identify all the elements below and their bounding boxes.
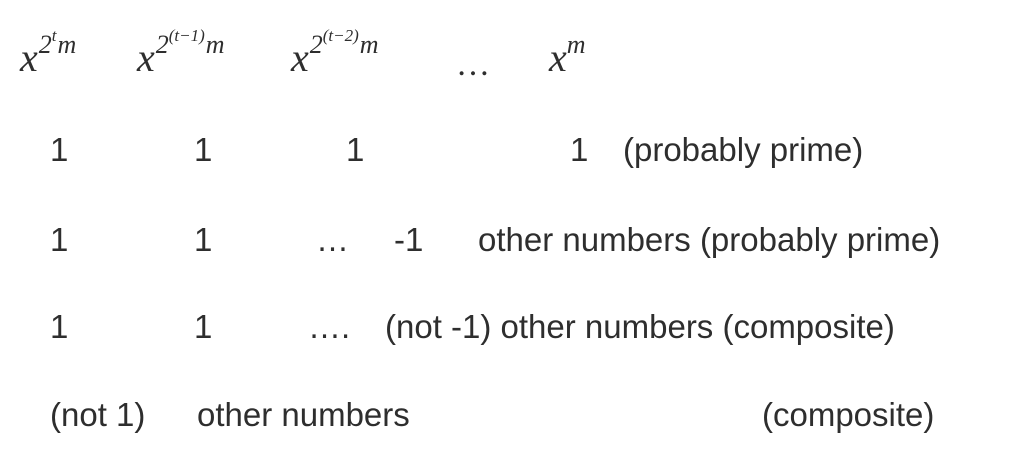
row4-result: (composite) — [762, 396, 935, 433]
row3-col4: (not -1) other numbers (composite) — [385, 308, 895, 345]
row1-col4: 1 — [570, 131, 589, 168]
row1-result: (probably prime) — [623, 131, 864, 168]
header-x-2t1-m-exp: 2 — [155, 30, 169, 59]
row3-col2: 1 — [194, 308, 213, 345]
header-x-2t-m-exp-sup: t — [51, 26, 57, 45]
header-x-2t2-m-exp-tail: m — [359, 30, 379, 59]
header-x-2t1-m-base: x — [137, 35, 155, 80]
row2-result: other numbers (probably prime) — [478, 221, 941, 258]
header-ellipsis: … — [456, 48, 490, 82]
header-x-2t2-m: x2(t−2)m — [291, 27, 379, 80]
header-x-m: xm — [549, 32, 586, 80]
header-x-2t2-m-exp: 2 — [309, 30, 323, 59]
row1-col2: 1 — [194, 131, 213, 168]
header-x-2t1-m-exp-tail: m — [205, 30, 225, 59]
header-ellipsis-text: … — [456, 46, 490, 83]
header-x-2t-m-base: x — [20, 35, 38, 80]
row2-col4: -1 — [394, 221, 424, 258]
row4-col2: other numbers — [197, 396, 410, 433]
miller-rabin-table: x2tm x2(t−1)m x2(t−2)m … xm 1 1 1 1 (pro… — [0, 0, 1013, 468]
row3-col3: …. — [308, 308, 351, 345]
row3-col1: 1 — [50, 308, 69, 345]
header-x-2t-m-exp: 2 — [38, 30, 52, 59]
row1-col3: 1 — [346, 131, 365, 168]
header-x-2t-m: x2tm — [20, 27, 76, 80]
row4-col1: (not 1) — [50, 396, 146, 433]
row2-col2: 1 — [194, 221, 213, 258]
header-x-2t1-m-exp-sup: (t−1) — [168, 26, 205, 45]
row2-col1: 1 — [50, 221, 69, 258]
header-x-m-base: x — [549, 35, 567, 80]
row2-col3: … — [316, 221, 349, 258]
header-x-2t2-m-base: x — [291, 35, 309, 80]
header-x-2t1-m: x2(t−1)m — [137, 27, 225, 80]
header-x-2t-m-exp-tail: m — [57, 30, 77, 59]
header-x-m-exp: m — [566, 30, 586, 59]
header-x-2t2-m-exp-sup: (t−2) — [322, 26, 359, 45]
row1-col1: 1 — [50, 131, 69, 168]
